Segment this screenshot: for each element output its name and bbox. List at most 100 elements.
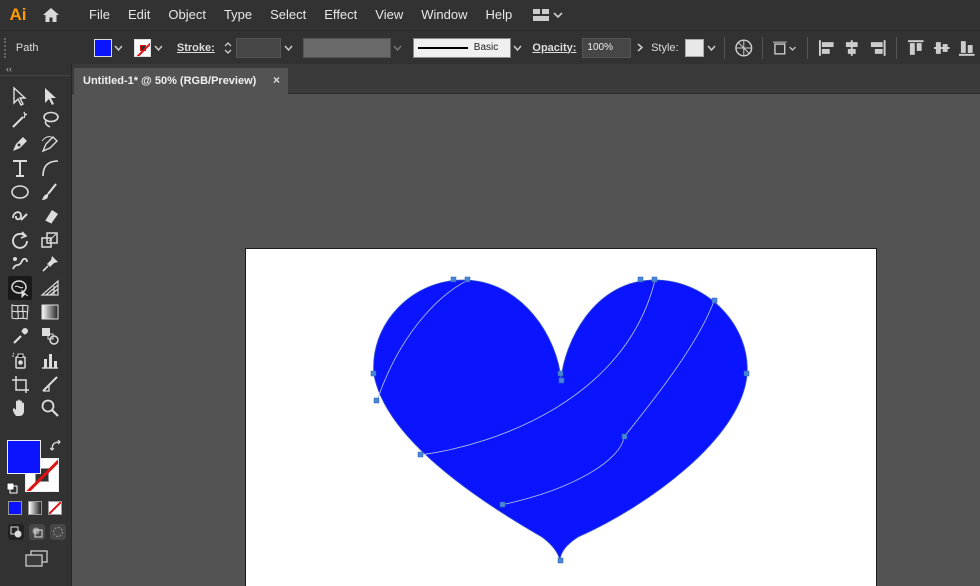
hand-tool[interactable] xyxy=(8,396,32,420)
envelope-warp-tool[interactable] xyxy=(8,276,32,300)
workspace-switcher[interactable] xyxy=(533,9,563,21)
align-right-icon[interactable] xyxy=(868,38,888,58)
fill-dropdown[interactable] xyxy=(112,38,126,58)
mesh-tool[interactable] xyxy=(8,300,32,324)
arc-tool[interactable] xyxy=(38,156,62,180)
menu-type[interactable]: Type xyxy=(215,0,261,30)
column-graph-tool[interactable] xyxy=(38,348,62,372)
chevron-down-icon xyxy=(284,45,293,51)
menu-help[interactable]: Help xyxy=(476,0,521,30)
tool-row xyxy=(8,204,68,228)
heart-artwork[interactable] xyxy=(246,249,878,586)
screen-mode-icon[interactable] xyxy=(24,550,50,568)
scale-icon xyxy=(41,232,58,248)
artboard-tool[interactable] xyxy=(8,372,32,396)
color-button[interactable] xyxy=(8,501,22,515)
heart-shape[interactable] xyxy=(373,279,748,562)
none-slash-icon xyxy=(49,502,61,514)
curvature-tool[interactable] xyxy=(38,132,62,156)
magic-wand-tool[interactable] xyxy=(8,108,32,132)
shaper-tool[interactable] xyxy=(8,204,32,228)
lasso-tool[interactable] xyxy=(38,108,62,132)
symbol-sprayer-tool[interactable] xyxy=(8,348,32,372)
stroke-weight-stepper[interactable] xyxy=(221,38,235,58)
curvature-icon xyxy=(41,136,58,153)
fill-swatch[interactable] xyxy=(94,38,112,57)
menu-items: File Edit Object Type Select Effect View Window… xyxy=(80,0,521,30)
puppet-warp-tool[interactable] xyxy=(8,252,32,276)
none-button[interactable] xyxy=(48,501,62,515)
slice-tool[interactable] xyxy=(38,372,62,396)
color-mode-buttons xyxy=(8,501,62,515)
gradient-tool[interactable] xyxy=(38,300,62,324)
align-middle-icon[interactable] xyxy=(932,38,952,58)
type-tool[interactable] xyxy=(8,156,32,180)
rotate-tool[interactable] xyxy=(8,228,32,252)
selection-tool[interactable] xyxy=(8,84,32,108)
opacity-field[interactable]: 100% xyxy=(582,37,632,58)
draw-inside-button[interactable] xyxy=(50,524,66,540)
menu-object[interactable]: Object xyxy=(159,0,215,30)
control-bar: Path Stroke: Basic Opacity: 100% Style: xyxy=(0,30,980,64)
zoom-tool[interactable] xyxy=(38,396,62,420)
draw-behind-icon xyxy=(32,527,43,538)
style-dropdown[interactable] xyxy=(704,38,718,58)
home-button[interactable] xyxy=(36,0,66,30)
tool-row xyxy=(8,108,68,132)
blend-tool[interactable] xyxy=(38,324,62,348)
stroke-weight-field[interactable] xyxy=(236,37,282,58)
brush-dropdown[interactable] xyxy=(511,38,525,58)
variable-width-profile[interactable] xyxy=(303,37,392,58)
stroke-weight-dropdown[interactable] xyxy=(281,38,295,58)
width-profile-dropdown[interactable] xyxy=(391,38,405,58)
align-center-icon[interactable] xyxy=(842,38,862,58)
brush-definition[interactable]: Basic xyxy=(412,37,511,58)
document-tab-bar: Untitled-1* @ 50% (RGB/Preview) × xyxy=(72,64,980,94)
opacity-label[interactable]: Opacity: xyxy=(532,42,576,54)
panel-grip[interactable] xyxy=(4,37,10,58)
ellipse-tool[interactable] xyxy=(8,180,32,204)
tool-row xyxy=(8,300,68,324)
canvas[interactable] xyxy=(72,94,980,586)
artboard-icon xyxy=(12,376,29,393)
eraser-tool[interactable] xyxy=(38,204,62,228)
puppet-warp-icon xyxy=(12,257,28,270)
collapse-panel-icon[interactable]: ‹‹ xyxy=(0,64,71,76)
close-tab-icon[interactable]: × xyxy=(273,73,280,87)
menu-file[interactable]: File xyxy=(80,0,119,30)
swap-fill-stroke-icon[interactable] xyxy=(50,440,62,452)
document-tab[interactable]: Untitled-1* @ 50% (RGB/Preview) × xyxy=(74,68,288,94)
eyedropper-tool[interactable] xyxy=(8,324,32,348)
gradient-button[interactable] xyxy=(28,501,42,515)
direct-selection-tool[interactable] xyxy=(38,84,62,108)
scale-tool[interactable] xyxy=(38,228,62,252)
transform-icon[interactable] xyxy=(772,38,797,58)
chevron-down-icon xyxy=(553,12,563,19)
default-fill-stroke-icon[interactable] xyxy=(6,482,18,494)
draw-behind-button[interactable] xyxy=(29,524,45,540)
artboard[interactable] xyxy=(245,248,877,586)
fill-color-box[interactable] xyxy=(7,440,41,474)
pin-tool[interactable] xyxy=(38,252,62,276)
tool-row xyxy=(8,180,68,204)
illustrator-window: Ai File Edit Object Type Select Effect View Win… xyxy=(0,0,980,586)
pen-tool[interactable] xyxy=(8,132,32,156)
align-top-icon[interactable] xyxy=(906,38,926,58)
stroke-swatch[interactable] xyxy=(133,38,152,57)
draw-normal-button[interactable] xyxy=(8,524,24,540)
opacity-flyout[interactable] xyxy=(633,38,647,58)
perspective-grid-tool[interactable] xyxy=(38,276,62,300)
menu-select[interactable]: Select xyxy=(261,0,315,30)
tool-row xyxy=(8,324,68,348)
recolor-artwork-icon[interactable] xyxy=(734,38,754,58)
blend-icon xyxy=(42,328,59,345)
menu-edit[interactable]: Edit xyxy=(119,0,159,30)
menu-view[interactable]: View xyxy=(366,0,412,30)
paintbrush-tool[interactable] xyxy=(38,180,62,204)
stroke-dropdown[interactable] xyxy=(151,38,165,58)
align-bottom-icon[interactable] xyxy=(957,38,977,58)
align-left-icon[interactable] xyxy=(817,38,837,58)
menu-window[interactable]: Window xyxy=(412,0,476,30)
menu-effect[interactable]: Effect xyxy=(315,0,366,30)
graphic-style-swatch[interactable] xyxy=(684,38,705,57)
